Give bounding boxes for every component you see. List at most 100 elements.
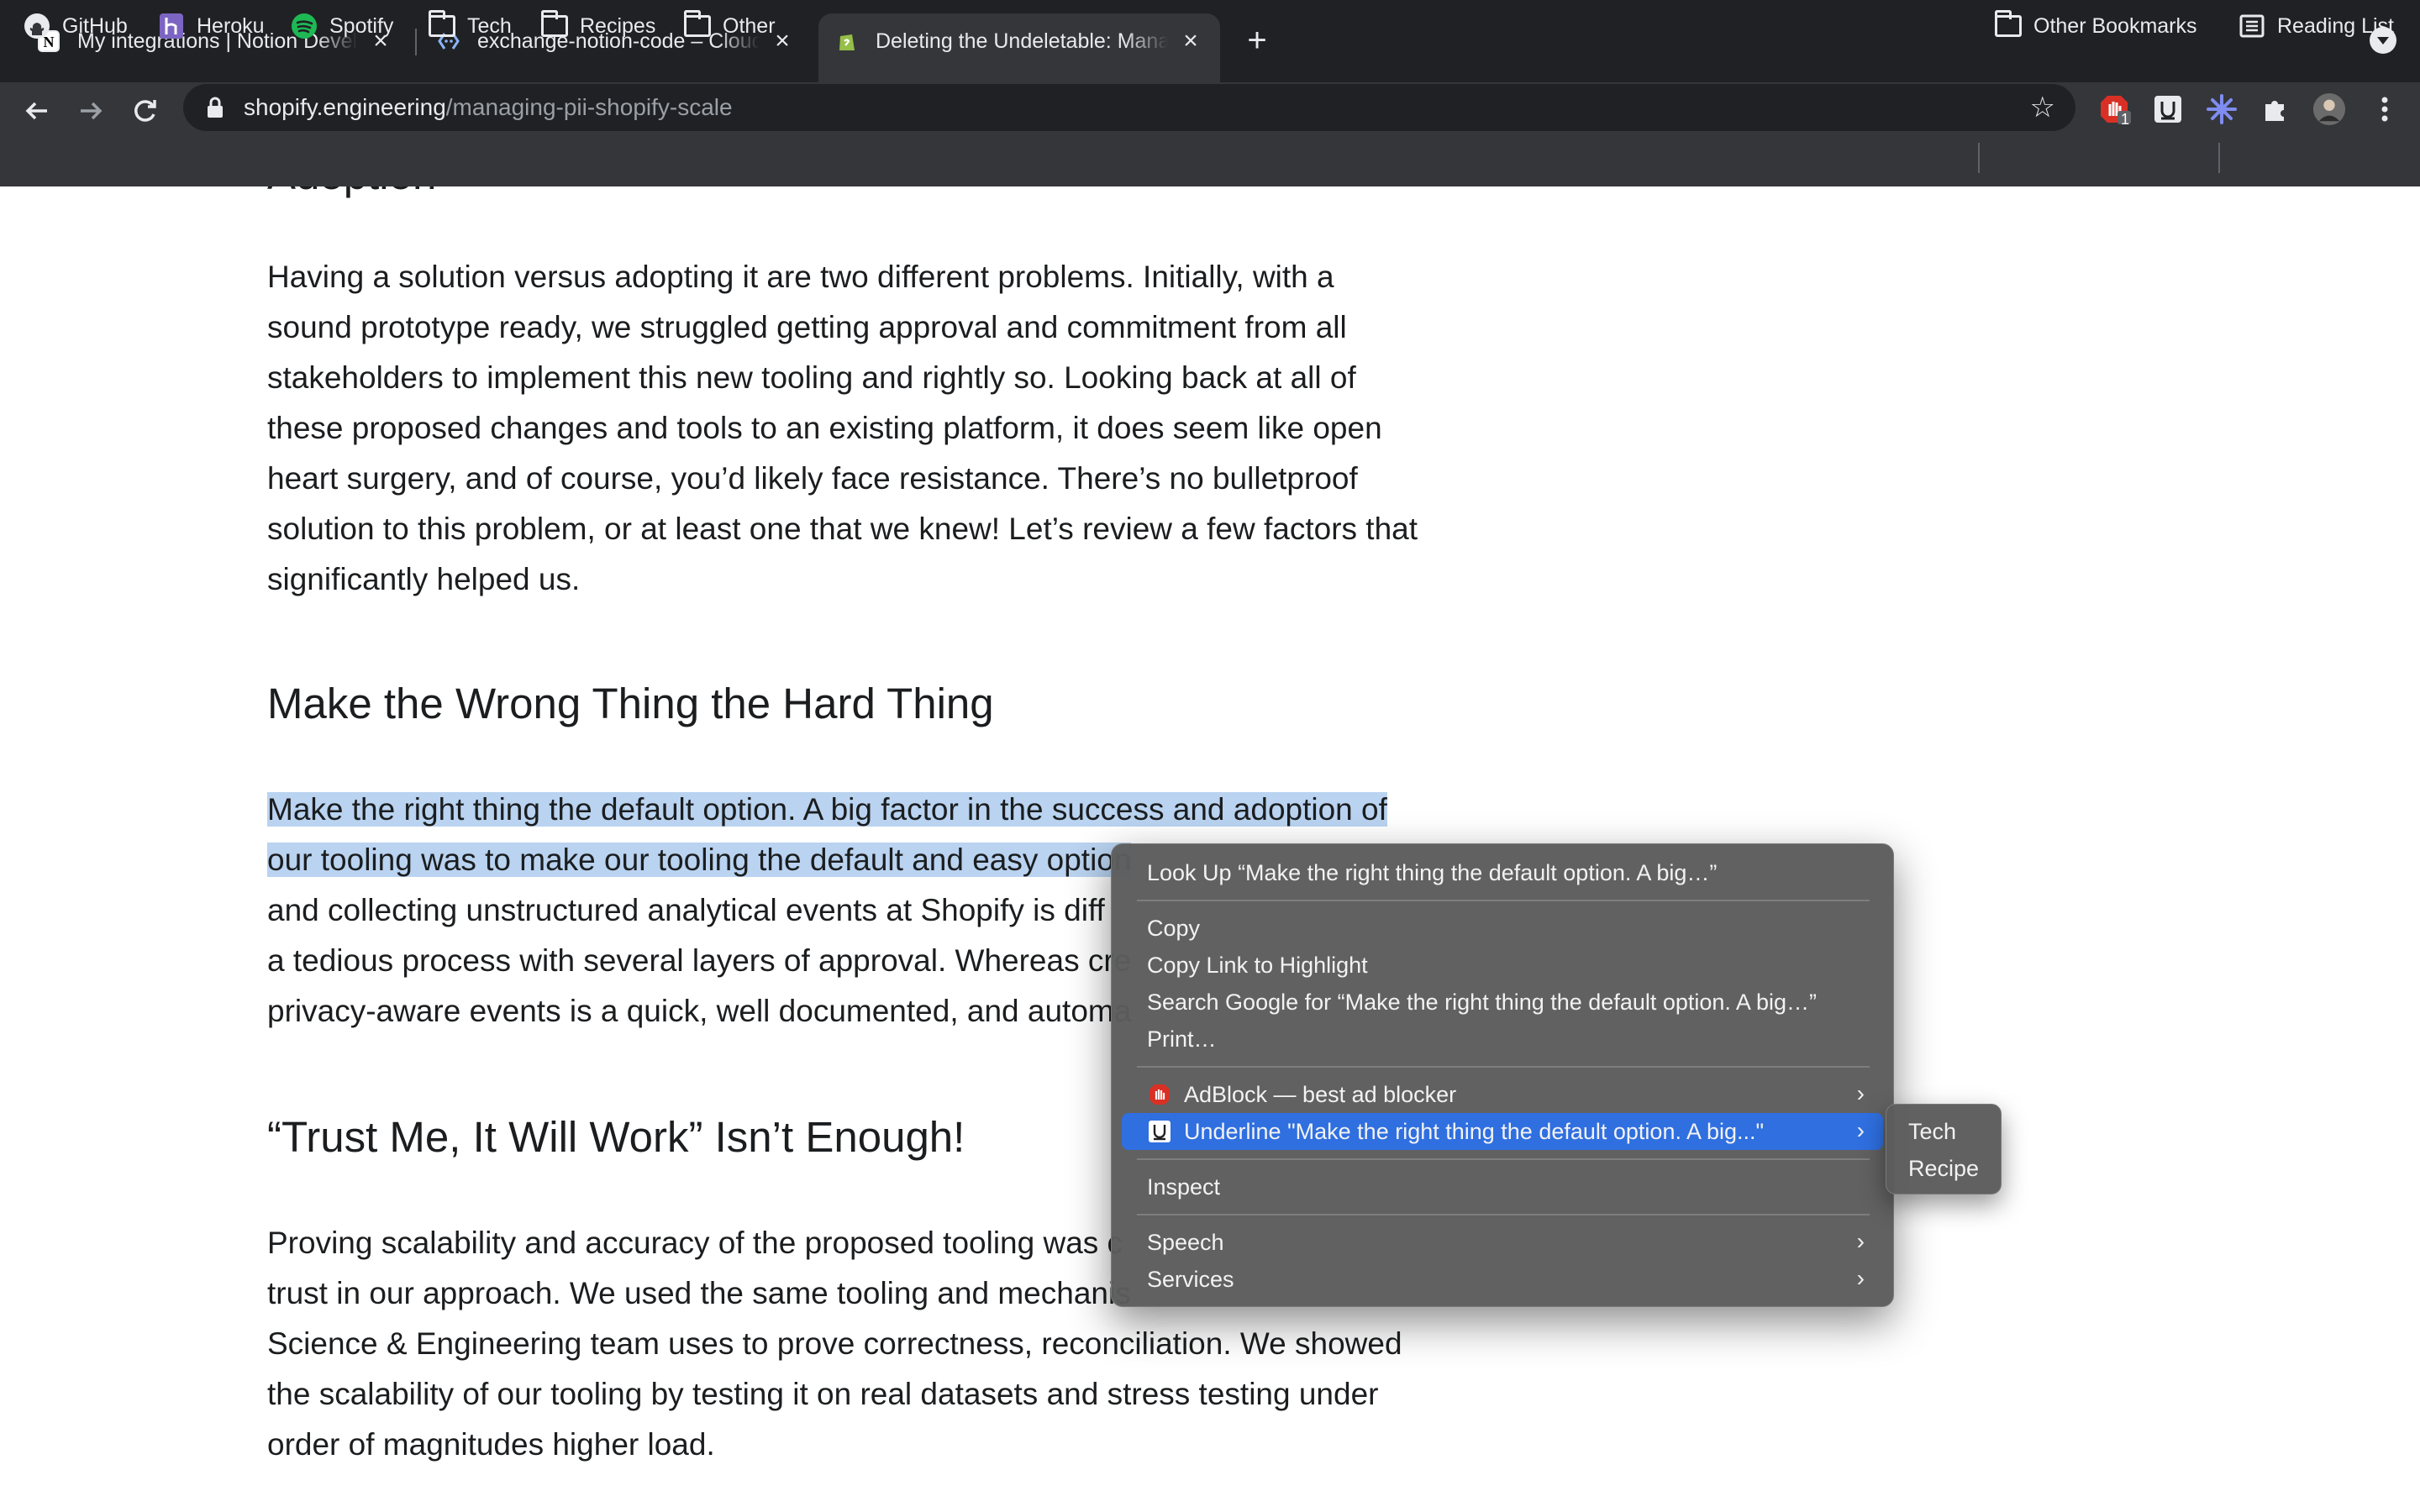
reading-list-button[interactable]: Reading List — [2238, 12, 2394, 40]
bookmark-github[interactable]: GitHub — [24, 12, 128, 40]
new-tab-button[interactable]: + — [1240, 24, 1274, 57]
bookmark-label: Tech — [467, 13, 512, 38]
bookmark-heroku[interactable]: Heroku — [158, 12, 265, 40]
bookmark-label: GitHub — [62, 13, 128, 38]
bookmark-label: Heroku — [197, 13, 265, 38]
bookmark-folder-other[interactable]: Other — [684, 10, 776, 40]
menu-item-label: Search Google for “Make the right thing … — [1147, 989, 1817, 1015]
submenu-item-tech[interactable]: Tech — [1908, 1115, 1956, 1148]
paragraph-line: significantly helped us. — [267, 562, 581, 596]
toolbar: shopify.engineering/managing-pii-shopify… — [0, 82, 2420, 136]
bookmark-folder-recipes[interactable]: Recipes — [541, 10, 656, 40]
menu-item-label: Print… — [1147, 1026, 1217, 1052]
bookmark-spotify[interactable]: Spotify — [291, 12, 393, 40]
reload-icon[interactable] — [128, 94, 161, 128]
heroku-icon — [158, 13, 185, 39]
chevron-right-icon: › — [1856, 1080, 1865, 1106]
menu-item-underline[interactable]: Underline "Make the right thing the defa… — [1122, 1113, 1883, 1150]
url-host: shopify.engineering — [244, 94, 446, 120]
github-icon — [24, 13, 50, 39]
folder-icon — [429, 10, 455, 39]
close-tab-icon[interactable]: × — [1178, 27, 1203, 55]
selected-text: our tooling was to make our tooling the … — [267, 843, 1132, 877]
shopify-icon — [835, 29, 859, 53]
submenu-item-recipe[interactable]: Recipe — [1908, 1152, 1979, 1185]
menu-separator — [1137, 1214, 1870, 1215]
url-text: shopify.engineering/managing-pii-shopify… — [244, 94, 733, 121]
back-icon[interactable] — [20, 94, 54, 128]
bookmark-separator — [2218, 143, 2220, 173]
section-heading: Make the Wrong Thing the Hard Thing — [267, 680, 994, 727]
menu-item-label: Speech — [1147, 1229, 1224, 1255]
bookmark-folder-tech[interactable]: Tech — [429, 10, 512, 40]
extensions-puzzle-icon[interactable] — [2259, 92, 2292, 126]
submenu-item-label: Recipe — [1908, 1155, 1980, 1181]
folder-icon — [1995, 10, 2022, 39]
bookmark-label: Other — [723, 13, 776, 38]
menu-item-search-google[interactable]: Search Google for “Make the right thing … — [1122, 984, 1883, 1021]
menu-item-services[interactable]: Services › — [1122, 1261, 1883, 1298]
paragraph-line: the scalability of our tooling by testin… — [267, 1377, 1379, 1411]
menu-separator — [1137, 900, 1870, 901]
paragraph-adoption: Having a solution versus adopting it are… — [267, 252, 1444, 605]
menu-item-copy[interactable]: Copy — [1122, 910, 1883, 947]
reading-list-icon — [2238, 13, 2265, 39]
underline-extension-icon — [1147, 1119, 1172, 1144]
lock-icon[interactable] — [205, 96, 225, 119]
tab-shopify-active[interactable]: Deleting the Undeletable: Managing PII a… — [818, 13, 1220, 82]
bookmark-separator — [1978, 143, 1980, 173]
chevron-right-icon: › — [1856, 1117, 1865, 1143]
profile-avatar[interactable] — [2312, 92, 2346, 126]
adblock-hand-icon — [1147, 1082, 1172, 1107]
adblock-badge: 1 — [2121, 111, 2130, 128]
browser-chrome: N My integrations | Notion Developers × … — [0, 0, 2420, 186]
menu-item-label: Underline "Make the right thing the defa… — [1184, 1118, 1765, 1144]
menu-item-label: Services — [1147, 1266, 1234, 1292]
tab-title: Deleting the Undeletable: Managing PII a… — [876, 29, 1168, 53]
menu-item-adblock[interactable]: AdBlock — best ad blocker › — [1122, 1076, 1883, 1113]
paragraph-line: order of magnitudes higher load. — [267, 1427, 715, 1462]
menu-item-label: Copy Link to Highlight — [1147, 952, 1368, 978]
context-menu: Look Up “Make the right thing the defaul… — [1111, 843, 1894, 1307]
menu-item-label: Inspect — [1147, 1173, 1221, 1200]
paragraph-line: heart surgery, and of course, you’d like… — [267, 461, 1358, 496]
menu-item-look-up[interactable]: Look Up “Make the right thing the defaul… — [1122, 854, 1883, 891]
bookmark-star-icon[interactable]: ☆ — [2030, 92, 2055, 123]
underline-submenu: Tech Recipe — [1886, 1104, 2002, 1194]
paragraph-line: Having a solution versus adopting it are… — [267, 260, 1334, 294]
paragraph-line: solution to this problem, or at least on… — [267, 512, 1418, 546]
underline-extension-icon[interactable] — [2151, 92, 2185, 126]
paragraph-line: these proposed changes and tools to an e… — [267, 411, 1382, 445]
paragraph-line: stakeholders to implement this new tooli… — [267, 360, 1356, 395]
url-path: /managing-pii-shopify-scale — [445, 94, 733, 120]
chevron-right-icon: › — [1856, 1265, 1865, 1291]
menu-item-speech[interactable]: Speech › — [1122, 1224, 1883, 1261]
bookmark-label: Recipes — [580, 13, 656, 38]
menu-item-inspect[interactable]: Inspect — [1122, 1168, 1883, 1205]
section-heading: “Trust Me, It Will Work” Isn’t Enough! — [267, 1113, 965, 1161]
tab-separator — [415, 29, 417, 55]
address-bar[interactable]: shopify.engineering/managing-pii-shopify… — [183, 84, 2075, 131]
menu-item-label: Look Up “Make the right thing the defaul… — [1147, 859, 1718, 885]
folder-icon — [541, 10, 568, 39]
section-heading-partial: Adoption — [267, 186, 436, 199]
bookmark-other-bookmarks[interactable]: Other Bookmarks — [1995, 10, 2197, 40]
bookmark-label: Spotify — [329, 13, 394, 38]
sparkle-extension-icon[interactable] — [2205, 92, 2238, 126]
menu-separator — [1137, 1066, 1870, 1068]
submenu-item-label: Tech — [1908, 1118, 1957, 1144]
forward-icon[interactable] — [74, 94, 108, 128]
menu-item-label: Copy — [1147, 915, 1201, 941]
menu-item-copy-link-to-highlight[interactable]: Copy Link to Highlight — [1122, 947, 1883, 984]
menu-item-print[interactable]: Print… — [1122, 1021, 1883, 1058]
bookmark-label: Other Bookmarks — [2033, 13, 2197, 38]
chevron-right-icon: › — [1856, 1228, 1865, 1254]
spotify-icon — [291, 13, 318, 39]
browser-menu-icon[interactable] — [2368, 92, 2402, 126]
folder-icon — [684, 10, 711, 39]
paragraph-line: Science & Engineering team uses to prove… — [267, 1326, 1402, 1361]
menu-item-label: AdBlock — best ad blocker — [1184, 1081, 1457, 1107]
menu-separator — [1137, 1158, 1870, 1160]
paragraph-line-selected: Make the right thing the default option.… — [267, 785, 1444, 835]
adblock-extension-icon[interactable]: 1 — [2097, 92, 2131, 128]
